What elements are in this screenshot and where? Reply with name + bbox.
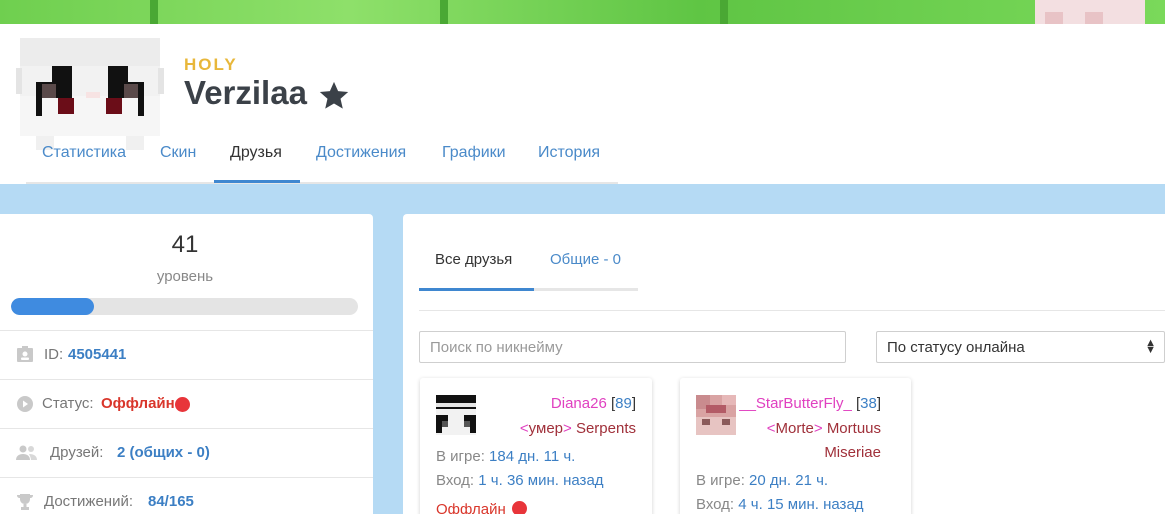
users-icon xyxy=(16,445,37,460)
nickname-search-input[interactable] xyxy=(419,331,846,363)
star-icon[interactable] xyxy=(316,79,352,113)
friends-value: 2 (общих - 0) xyxy=(117,444,210,461)
friend-playtime: В игре: 20 дн. 21 ч. xyxy=(696,472,828,489)
sort-caret-icon: ▲ ▼ xyxy=(1145,337,1156,356)
friend-clan-tag: умер xyxy=(528,420,564,437)
friend-clan: <Morte> Mortuus Miseriae xyxy=(766,420,881,461)
sort-select-value: По статусу онлайна xyxy=(887,339,1025,356)
friends-label: Друзей: xyxy=(50,444,104,461)
achievements-row: Достижений: 84/165 xyxy=(0,477,373,514)
friend-clan-tag: Morte xyxy=(775,420,814,437)
player-rank: HOLY xyxy=(184,55,238,74)
friend-level: 89 xyxy=(615,395,632,412)
level-progress-bar xyxy=(11,298,358,315)
friend-name-line: Diana26 [89] xyxy=(550,395,636,412)
banner-decoration xyxy=(720,0,728,24)
friend-nickname[interactable]: __StarButterFly_ xyxy=(739,395,852,412)
tab-history[interactable]: История xyxy=(538,144,600,162)
tab-charts[interactable]: Графики xyxy=(442,144,506,162)
friend-last-login: Вход: 1 ч. 36 мин. назад xyxy=(436,472,604,489)
status-value: Оффлайн xyxy=(101,395,175,412)
friends-panel: Все друзья Общие - 0 По статусу онлайна … xyxy=(403,214,1165,514)
stats-card: 41 уровень ID: 4505441 Статус: Оффлайн Д… xyxy=(0,214,373,514)
tab-common-friends[interactable]: Общие - 0 xyxy=(550,251,621,268)
tab-friends[interactable]: Друзья xyxy=(230,144,282,162)
level-value: 41 xyxy=(171,231,199,258)
profile-header: HOLY Verzilaa Статистика Скин Друзья Дос… xyxy=(0,24,1165,184)
banner-decoration xyxy=(440,0,448,24)
friend-level: 38 xyxy=(860,395,877,412)
friends-subtabs: Все друзья Общие - 0 xyxy=(419,242,638,291)
tab-skin[interactable]: Скин xyxy=(160,144,196,162)
offline-indicator xyxy=(175,397,190,412)
friend-avatar xyxy=(436,395,476,435)
login-value: 4 ч. 15 мин. назад xyxy=(738,496,864,513)
login-value: 1 ч. 36 мин. назад xyxy=(478,472,604,489)
playtime-value: 20 дн. 21 ч. xyxy=(749,472,829,489)
playtime-label: В игре: xyxy=(436,448,485,465)
login-label: Вход: xyxy=(436,472,475,489)
trophy-icon xyxy=(17,494,33,510)
sort-select[interactable]: По статусу онлайна ▲ ▼ xyxy=(876,331,1165,363)
friend-last-login: Вход: 4 ч. 15 мин. назад xyxy=(696,496,864,513)
active-subtab-indicator xyxy=(419,288,534,291)
active-tab-indicator xyxy=(214,180,300,183)
friend-nickname[interactable]: Diana26 xyxy=(551,395,607,412)
player-nickname: Verzilaa xyxy=(184,74,307,111)
playtime-value: 184 дн. 11 ч. xyxy=(489,448,576,465)
achievements-label: Достижений: xyxy=(44,493,134,510)
friend-card[interactable]: Diana26 [89] <умер> Serpents В игре: 184… xyxy=(420,378,652,514)
id-label: ID: xyxy=(44,346,64,363)
tab-all-friends[interactable]: Все друзья xyxy=(435,251,512,268)
banner-decoration xyxy=(150,0,158,24)
friend-clan-name[interactable]: Mortuus Miseriae xyxy=(824,420,881,461)
status-label: Статус: xyxy=(42,395,94,412)
id-value: 4505441 xyxy=(68,346,127,363)
friend-name-line: __StarButterFly_ [38] xyxy=(739,395,881,412)
friend-clan-name[interactable]: Serpents xyxy=(576,420,636,437)
friends-count-row: Друзей: 2 (общих - 0) xyxy=(0,428,373,477)
offline-indicator xyxy=(511,501,527,514)
friend-avatar xyxy=(696,395,736,435)
id-card-icon xyxy=(17,346,33,362)
play-circle-icon xyxy=(17,396,33,412)
playtime-label: В игре: xyxy=(696,472,745,489)
friend-playtime: В игре: 184 дн. 11 ч. xyxy=(436,448,575,465)
level-progress-fill xyxy=(11,298,95,315)
profile-tabs: Статистика Скин Друзья Достижения График… xyxy=(26,134,618,184)
profile-banner xyxy=(0,0,1165,24)
divider xyxy=(419,310,1165,311)
friend-clan: <умер> Serpents xyxy=(519,420,636,437)
login-label: Вход: xyxy=(696,496,735,513)
status-row: Статус: Оффлайн xyxy=(0,379,373,428)
friend-status: Оффлайн xyxy=(436,499,527,514)
achievements-value: 84/165 xyxy=(148,493,194,510)
level-label: уровень xyxy=(156,268,214,285)
tab-statistics[interactable]: Статистика xyxy=(42,144,126,162)
friend-status-text: Оффлайн xyxy=(436,501,506,514)
tab-achievements[interactable]: Достижения xyxy=(316,144,406,162)
friend-card[interactable]: __StarButterFly_ [38] <Morte> Mortuus Mi… xyxy=(680,378,911,514)
id-row: ID: 4505441 xyxy=(0,330,373,379)
banner-corner-image xyxy=(1035,0,1145,24)
